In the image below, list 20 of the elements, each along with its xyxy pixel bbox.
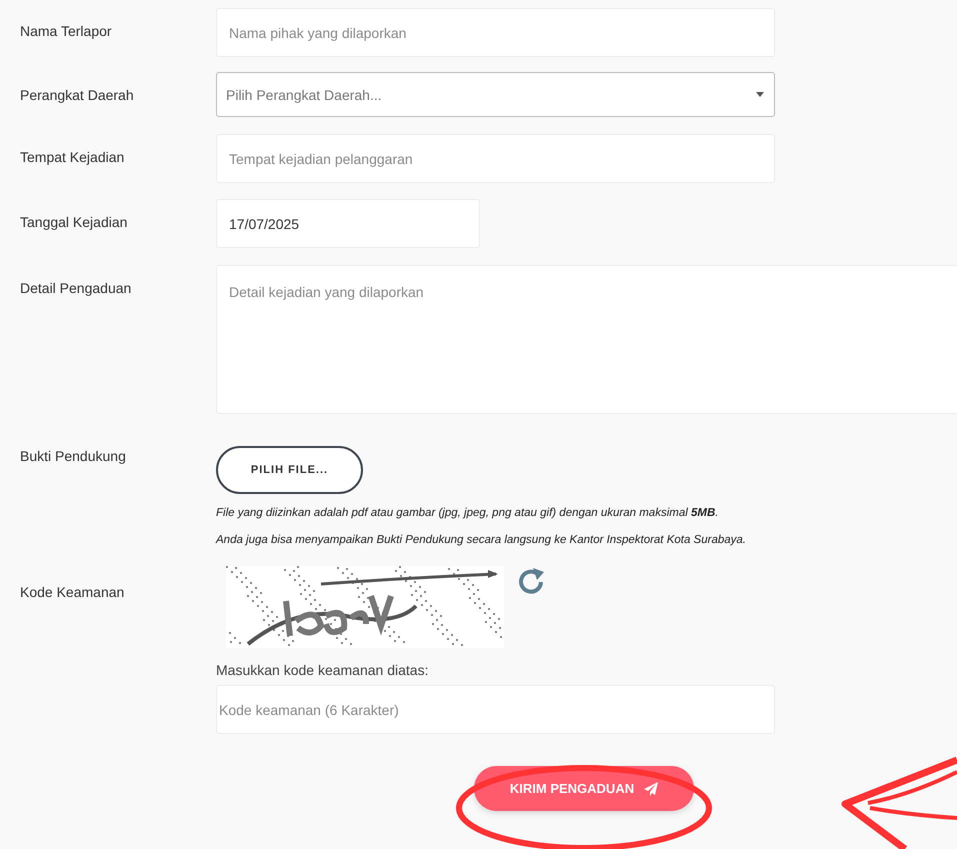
file-note: File yang diizinkan adalah pdf atau gambar (jpg, jpeg, png atau gif) dengan ukuran maksimal 5MB. — [216, 506, 720, 521]
field-label: Kode Keamanan — [20, 583, 126, 602]
caret-icon — [756, 92, 764, 97]
text-input-field[interactable]: Tempat kejadian pelanggaran — [216, 134, 775, 183]
captcha-hint: Masukkan kode keamanan diatas: — [216, 662, 430, 678]
field-label: Tempat Kejadian — [20, 148, 126, 167]
dropdown-placeholder: Pilih Perangkat Daerah... — [226, 86, 382, 102]
field-label: Perangkat Daerah — [20, 86, 135, 105]
choose-file-button[interactable]: PILIH FILE... — [216, 446, 363, 494]
field-label: Bukti Pendukung — [20, 447, 127, 466]
captcha-input-field[interactable]: Kode keamanan (6 Karakter) — [216, 685, 775, 734]
field-label: Nama Terlapor — [20, 22, 113, 41]
text-input-field[interactable]: Nama pihak yang dilaporkan — [216, 8, 775, 57]
field-label: Detail Pengaduan — [20, 279, 132, 298]
paper-plane-icon — [644, 782, 658, 796]
file-note: Anda juga bisa menyampaikan Bukti Pendukung secara langsung ke Kantor Inspektorat Kota Surabaya. — [216, 533, 747, 548]
date-input-field[interactable]: 17/07/2025 — [216, 199, 480, 248]
textarea-field[interactable]: Detail kejadian yang dilaporkan — [216, 265, 957, 414]
dropdown-field[interactable]: Pilih Perangkat Daerah... — [216, 72, 775, 117]
field-label: Tanggal Kejadian — [20, 213, 128, 232]
